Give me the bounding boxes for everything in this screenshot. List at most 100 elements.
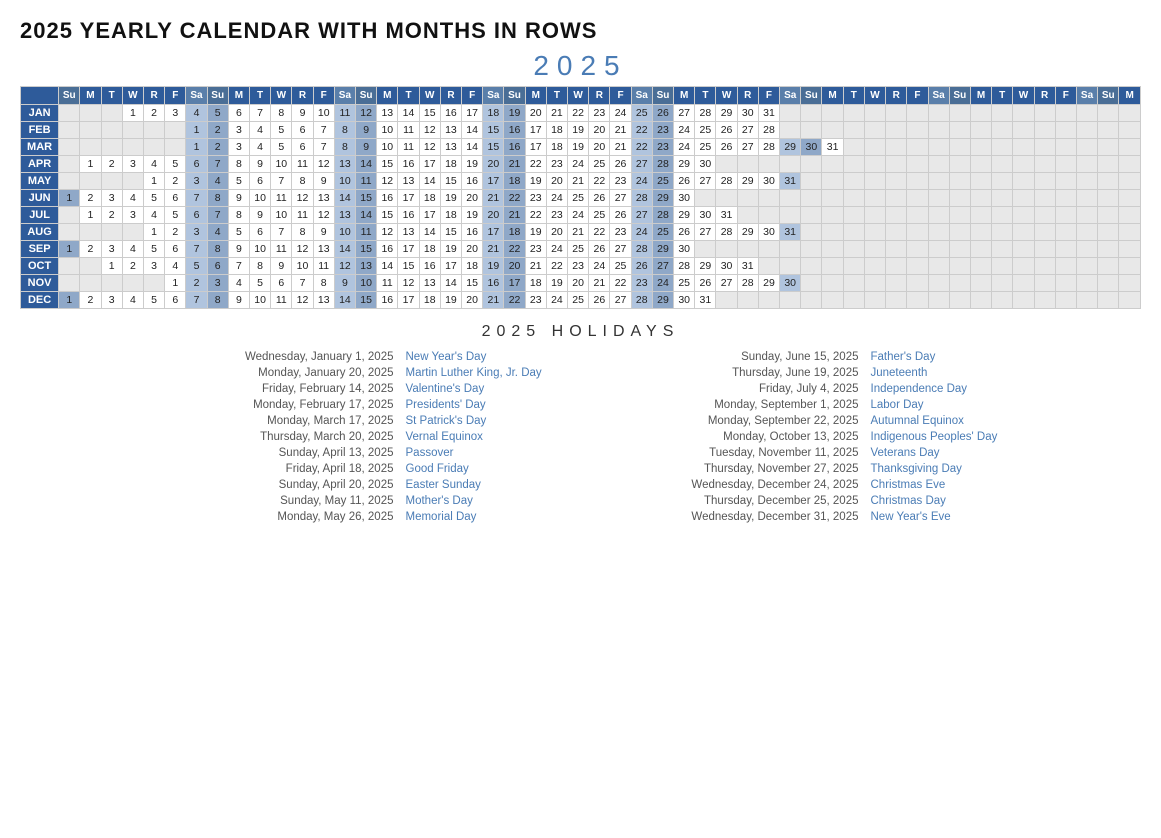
day-cell — [122, 122, 143, 139]
day-cell — [1034, 258, 1055, 275]
day-cell: 11 — [313, 258, 334, 275]
day-cell — [716, 156, 737, 173]
day-cell: 14 — [334, 190, 355, 207]
day-cell — [864, 224, 885, 241]
day-cell — [1119, 224, 1141, 241]
holidays-title: 2025 HOLIDAYS — [20, 323, 1141, 341]
day-cell: 17 — [419, 156, 440, 173]
day-cell: 27 — [737, 122, 758, 139]
day-cell — [1119, 156, 1141, 173]
day-cell: 13 — [377, 105, 398, 122]
holiday-date: Friday, July 4, 2025 — [679, 383, 859, 395]
year-display: 2025 — [20, 50, 1141, 82]
day-cell: 21 — [483, 190, 504, 207]
day-cell: 31 — [758, 105, 779, 122]
day-cell — [165, 122, 186, 139]
calendar-row: FEB1234567891011121314151617181920212223… — [21, 122, 1141, 139]
day-cell: 8 — [292, 224, 313, 241]
day-cell — [1034, 122, 1055, 139]
day-cell: 17 — [398, 292, 419, 309]
day-cell — [928, 241, 949, 258]
day-cell: 5 — [165, 207, 186, 224]
day-cell — [907, 224, 928, 241]
day-cell — [1098, 190, 1119, 207]
day-cell: 23 — [546, 156, 567, 173]
holiday-name: Passover — [406, 447, 566, 459]
day-cell — [801, 173, 822, 190]
holiday-date: Monday, February 17, 2025 — [214, 399, 394, 411]
day-cell — [822, 156, 843, 173]
calendar-row: OCT1234567891011121314151617181920212223… — [21, 258, 1141, 275]
day-cell — [949, 105, 970, 122]
day-cell — [970, 122, 991, 139]
holiday-row: Tuesday, November 11, 2025Veterans Day — [596, 445, 1031, 461]
day-cell: 13 — [334, 207, 355, 224]
day-cell: 23 — [652, 139, 673, 156]
day-cell: 4 — [250, 122, 271, 139]
calendar-table: SuMTWRFSaSuMTWRFSaSuMTWRFSaSuMTWRFSaSuMT… — [20, 86, 1141, 309]
day-cell — [801, 122, 822, 139]
day-cell: 7 — [186, 190, 207, 207]
day-cell: 6 — [165, 190, 186, 207]
day-cell: 26 — [631, 258, 652, 275]
day-cell: 19 — [483, 258, 504, 275]
day-cell: 22 — [631, 122, 652, 139]
day-cell: 30 — [780, 275, 801, 292]
day-cell: 17 — [398, 241, 419, 258]
day-cell — [801, 275, 822, 292]
day-cell — [1076, 275, 1097, 292]
day-cell: 30 — [695, 207, 716, 224]
day-cell — [949, 292, 970, 309]
day-cell — [1013, 275, 1034, 292]
day-cell — [80, 224, 101, 241]
day-cell: 27 — [610, 190, 631, 207]
day-cell — [801, 292, 822, 309]
day-cell: 10 — [250, 190, 271, 207]
holiday-date: Friday, April 18, 2025 — [214, 463, 394, 475]
calendar-row: MAY1234567891011121314151617181920212223… — [21, 173, 1141, 190]
day-cell — [1098, 292, 1119, 309]
day-cell — [1034, 139, 1055, 156]
day-cell: 1 — [143, 173, 164, 190]
day-cell: 10 — [250, 241, 271, 258]
day-cell: 11 — [398, 139, 419, 156]
day-cell: 30 — [801, 139, 822, 156]
day-cell: 24 — [652, 275, 673, 292]
day-cell: 31 — [695, 292, 716, 309]
day-cell: 10 — [250, 292, 271, 309]
day-cell — [928, 224, 949, 241]
day-cell: 15 — [440, 224, 461, 241]
day-cell: 24 — [589, 258, 610, 275]
day-cell: 3 — [101, 190, 122, 207]
day-cell — [801, 224, 822, 241]
day-cell — [1013, 258, 1034, 275]
day-cell: 19 — [440, 292, 461, 309]
day-cell — [949, 241, 970, 258]
day-cell: 2 — [80, 292, 101, 309]
day-cell: 3 — [122, 207, 143, 224]
day-cell: 23 — [589, 105, 610, 122]
day-cell: 16 — [440, 105, 461, 122]
day-cell — [80, 173, 101, 190]
day-cell — [992, 122, 1013, 139]
day-cell: 4 — [207, 224, 228, 241]
day-cell: 15 — [483, 122, 504, 139]
day-cell: 10 — [377, 139, 398, 156]
day-cell: 25 — [568, 292, 589, 309]
day-cell: 28 — [631, 241, 652, 258]
day-cell — [716, 190, 737, 207]
day-cell — [1076, 224, 1097, 241]
day-cell: 3 — [186, 224, 207, 241]
day-cell: 22 — [525, 207, 546, 224]
day-cell — [1098, 241, 1119, 258]
day-cell — [886, 156, 907, 173]
day-cell: 1 — [186, 139, 207, 156]
day-cell: 9 — [228, 292, 249, 309]
day-cell: 29 — [652, 190, 673, 207]
day-cell: 19 — [546, 275, 567, 292]
day-cell — [758, 156, 779, 173]
day-cell — [1076, 173, 1097, 190]
day-cell — [101, 105, 122, 122]
day-cell: 19 — [525, 224, 546, 241]
month-label: MAY — [21, 173, 59, 190]
